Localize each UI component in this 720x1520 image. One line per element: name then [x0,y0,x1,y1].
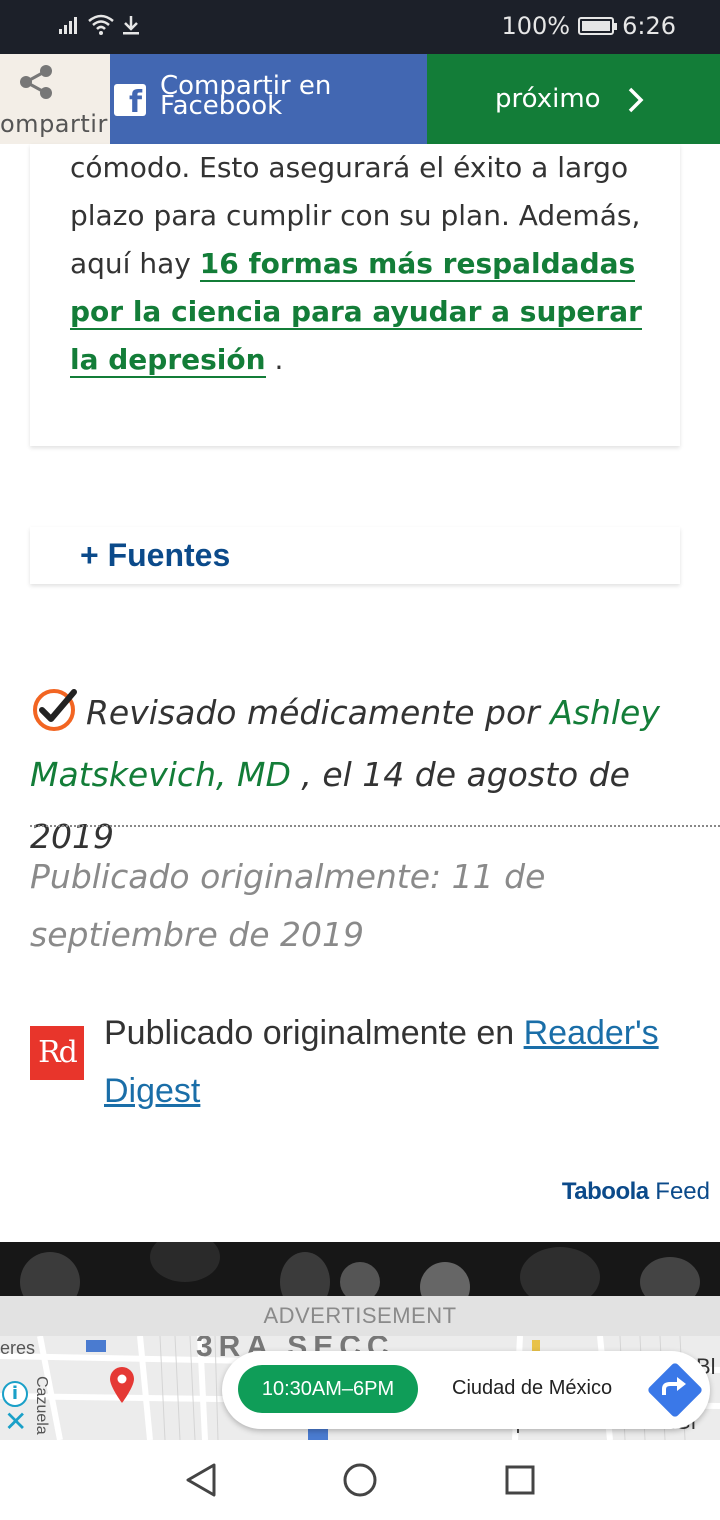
share-bar: ompartir f Compartir en Facebook próximo [0,54,720,144]
taboola-brand: Taboola [561,1178,649,1205]
map-label-partial: eres [0,1338,36,1358]
map-pin-icon [110,1367,134,1403]
status-right: 100% 6:26 [501,12,676,40]
review-prefix: Revisado médicamente por [86,693,551,732]
ad-city: Ciudad de México [452,1377,613,1399]
article-text-after: . [265,343,284,376]
check-badge-icon [33,689,77,731]
article-card: cómodo. Esto asegurará el éxito a largo … [30,144,680,446]
chevron-right-icon [628,87,644,113]
home-icon[interactable] [342,1462,378,1498]
signal-icon [59,17,77,34]
next-label: próximo [495,84,601,114]
share-icon [20,65,52,99]
wifi-icon [88,14,114,35]
next-article-button[interactable]: próximo [427,54,720,144]
original-publish-date: Publicado originalmente: 11 de septiembr… [30,857,546,954]
source-publication: Publicado originalmente en Reader's Dige… [104,1004,704,1120]
taboola-feed-label[interactable]: Taboola Feed [562,1178,710,1206]
ad-location-card[interactable]: 10:30AM–6PM Ciudad de México [222,1351,710,1429]
feed-image[interactable] [0,1242,720,1298]
ad-close-icon[interactable]: ✕ [4,1408,27,1436]
divider [30,825,720,827]
status-time: 6:26 [622,12,676,40]
system-nav-bar [0,1440,720,1520]
back-icon[interactable] [184,1462,218,1498]
download-icon [123,16,139,35]
facebook-share-button[interactable]: f Compartir en Facebook [110,54,427,144]
status-icons [58,14,142,36]
taboola-feed-suffix: Feed [648,1178,710,1205]
status-bar: 100% 6:26 [0,0,720,54]
article-paragraph: cómodo. Esto asegurará el éxito a largo … [70,144,660,384]
share-button[interactable]: ompartir [0,54,110,144]
map-side-street: Cazuela [33,1376,50,1435]
advertisement-label: ADVERTISEMENT [0,1296,720,1336]
sources-toggle[interactable]: + Fuentes [30,527,680,584]
source-prefix: Publicado originalmente en [104,1014,524,1052]
directions-icon[interactable] [646,1361,704,1419]
facebook-icon: f [114,84,146,116]
share-label: ompartir [0,110,108,138]
recents-icon[interactable] [504,1462,536,1498]
ad-info-icon[interactable]: i [2,1381,28,1407]
facebook-share-label: Compartir en Facebook [160,71,332,121]
medical-review: Revisado médicamente por Ashley Matskevi… [30,682,700,868]
battery-icon [578,17,618,35]
battery-percent: 100% [501,12,571,40]
readers-digest-logo: Rd [30,1026,84,1080]
ad-hours-badge: 10:30AM–6PM [238,1365,418,1413]
sources-label: + Fuentes [80,537,231,573]
